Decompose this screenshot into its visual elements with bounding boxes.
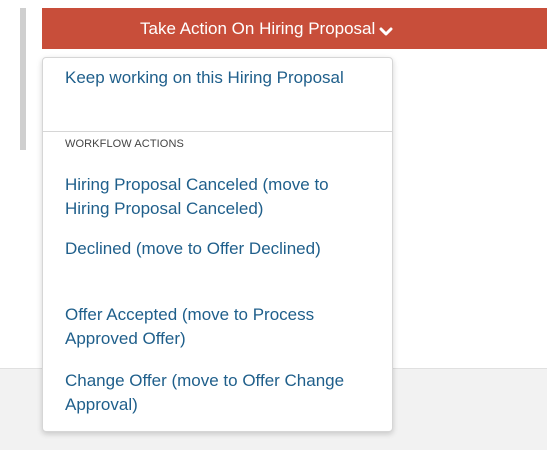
keep-working-option[interactable]: Keep working on this Hiring Proposal bbox=[65, 66, 365, 90]
take-action-button[interactable]: Take Action On Hiring Proposal bbox=[42, 8, 547, 49]
take-action-label: Take Action On Hiring Proposal bbox=[140, 18, 376, 38]
menu-action-canceled[interactable]: Hiring Proposal Canceled (move to Hiring… bbox=[65, 173, 365, 221]
menu-action-change-offer[interactable]: Change Offer (move to Offer Change Appro… bbox=[65, 369, 365, 417]
workflow-actions-heading: WORKFLOW ACTIONS bbox=[65, 138, 184, 150]
menu-action-declined[interactable]: Declined (move to Offer Declined) bbox=[65, 237, 365, 261]
left-accent-bar bbox=[20, 8, 26, 150]
menu-action-offer-accepted[interactable]: Offer Accepted (move to Process Approved… bbox=[65, 303, 365, 351]
menu-divider bbox=[43, 131, 392, 132]
chevron-down-icon bbox=[379, 23, 393, 35]
action-dropdown-menu: Keep working on this Hiring Proposal WOR… bbox=[42, 57, 393, 432]
